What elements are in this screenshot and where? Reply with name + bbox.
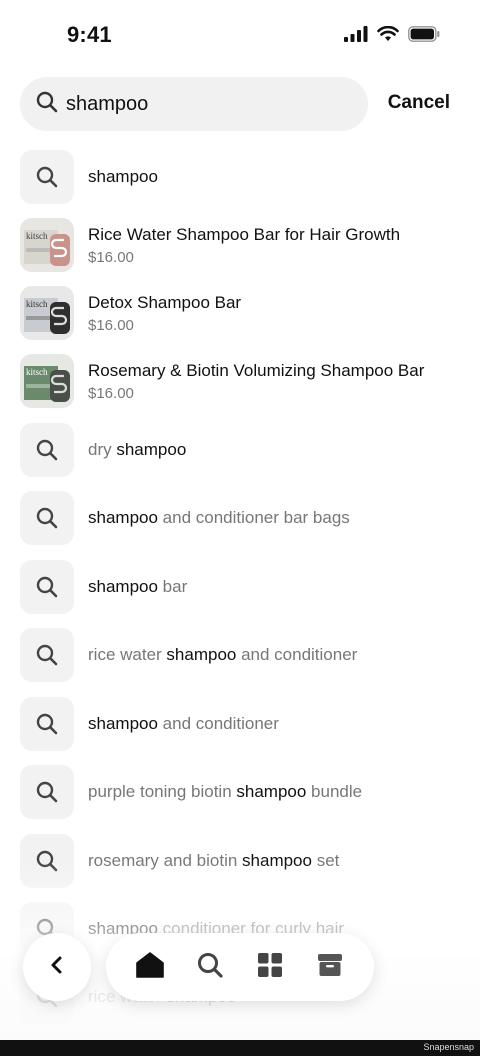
suggestion-label: shampoo [88, 167, 158, 186]
product-title: Rice Water Shampoo Bar for Hair Growth [88, 224, 401, 244]
suggestion-label: purple toning biotin shampoo bundle [88, 782, 363, 801]
list-item[interactable]: rice water shampoo and conditioner [20, 628, 460, 682]
signal-icon [344, 26, 368, 47]
footer-bar: Snapensnap [0, 1040, 480, 1056]
svg-text:kitsch: kitsch [26, 231, 48, 241]
status-icons [344, 25, 440, 47]
tab-home[interactable] [128, 945, 172, 989]
cancel-button[interactable]: Cancel [388, 92, 450, 114]
search-icon [197, 952, 223, 983]
product-thumbnail: kitsch [20, 286, 74, 340]
search-icon [36, 91, 58, 118]
suggestion-label: shampoo bar [88, 577, 188, 596]
svg-text:kitsch: kitsch [26, 299, 48, 309]
search-input[interactable] [66, 92, 336, 116]
suggestion-label: dry shampoo [88, 440, 187, 459]
tab-bar [106, 933, 374, 1001]
list-item[interactable]: shampoo and conditioner [20, 697, 460, 751]
product-thumbnail: kitsch [20, 354, 74, 408]
tab-search[interactable] [188, 945, 232, 989]
battery-icon [408, 26, 440, 47]
home-icon [136, 951, 164, 983]
status-bar: 9:41 [0, 0, 480, 70]
tab-orders[interactable] [308, 945, 352, 989]
search-icon [20, 150, 74, 204]
product-title: Rosemary & Biotin Volumizing Shampoo Bar [88, 360, 425, 380]
list-item[interactable]: shampoo [20, 150, 460, 204]
wifi-icon [377, 25, 399, 47]
product-price: $16.00 [88, 248, 134, 266]
box-icon [317, 953, 343, 982]
suggestion-label: rice water shampoo and conditioner [88, 645, 358, 664]
watermark: Snapensnap [423, 1042, 474, 1052]
search-icon [20, 765, 74, 819]
list-item[interactable]: shampoo bar [20, 560, 460, 614]
list-item[interactable]: shampoo and conditioner bar bags [20, 491, 460, 545]
search-icon [20, 834, 74, 888]
search-row: Cancel [20, 77, 460, 131]
back-button[interactable] [23, 933, 91, 1001]
status-time: 9:41 [67, 22, 112, 47]
list-item[interactable]: dry shampoo [20, 423, 460, 477]
suggestion-label: rosemary and biotin shampoo set [88, 851, 340, 870]
tab-categories[interactable] [248, 945, 292, 989]
product-item[interactable]: kitsch Rice Water Shampoo Bar for Hair G… [20, 218, 460, 272]
product-title: Detox Shampoo Bar [88, 292, 242, 312]
product-item[interactable]: kitsch Detox Shampoo Bar $16.00 [20, 286, 460, 340]
search-icon [20, 423, 74, 477]
grid-icon [257, 952, 283, 983]
svg-text:kitsch: kitsch [26, 367, 48, 377]
search-icon [20, 491, 74, 545]
search-icon [20, 560, 74, 614]
list-item[interactable]: rosemary and biotin shampoo set [20, 834, 460, 888]
chevron-left-icon [49, 954, 65, 981]
product-price: $16.00 [88, 316, 134, 334]
suggestion-label: shampoo and conditioner bar bags [88, 508, 350, 527]
suggestion-label: shampoo and conditioner [88, 714, 279, 733]
search-icon [20, 628, 74, 682]
product-thumbnail: kitsch [20, 218, 74, 272]
list-item[interactable]: purple toning biotin shampoo bundle [20, 765, 460, 819]
search-box[interactable] [20, 77, 368, 131]
product-item[interactable]: kitsch Rosemary & Biotin Volumizing Sham… [20, 354, 460, 408]
product-price: $16.00 [88, 384, 134, 402]
search-icon [20, 697, 74, 751]
